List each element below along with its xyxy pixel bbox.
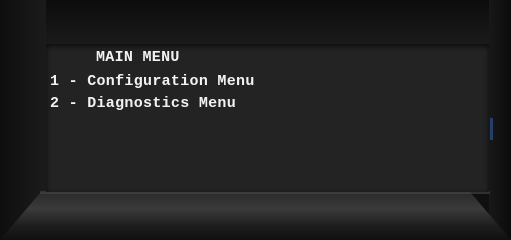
bezel-accent bbox=[490, 118, 493, 140]
menu-title: MAIN MENU bbox=[96, 49, 180, 66]
menu-item-configuration[interactable]: 1 - Configuration Menu bbox=[50, 73, 255, 90]
lcd-device: MAIN MENU 1 - Configuration Menu 2 - Dia… bbox=[0, 0, 511, 240]
bezel-bottom bbox=[0, 192, 511, 240]
menu-item-diagnostics[interactable]: 2 - Diagnostics Menu bbox=[50, 95, 236, 112]
bezel-top bbox=[0, 0, 511, 44]
lcd-screen: MAIN MENU 1 - Configuration Menu 2 - Dia… bbox=[46, 44, 489, 192]
